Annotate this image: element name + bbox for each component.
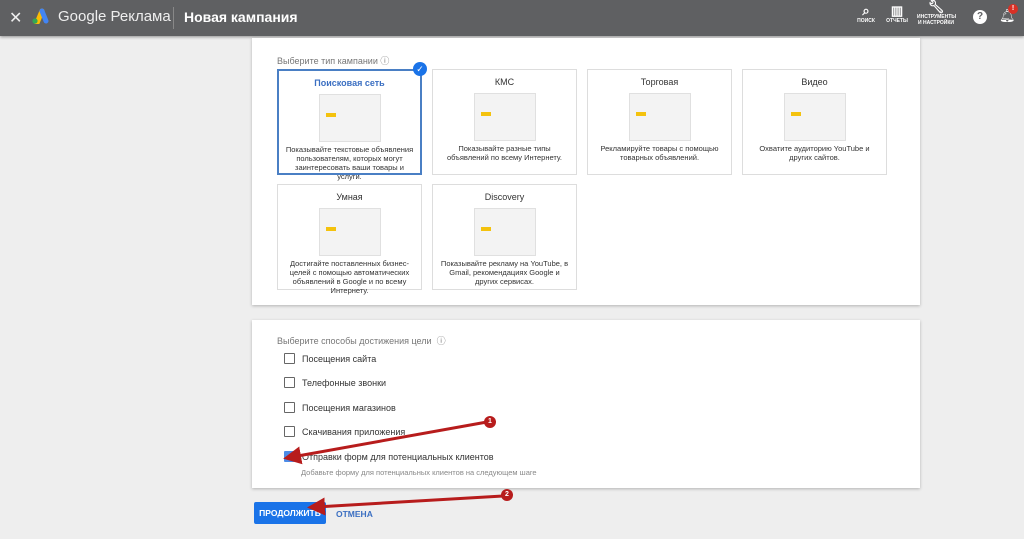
annotation-badge-1: 1	[484, 416, 496, 428]
annotation-arrows	[283, 420, 504, 516]
arrow-2	[307, 494, 504, 516]
annotation-badge-2: 2	[501, 489, 513, 501]
arrow-1	[283, 420, 488, 465]
